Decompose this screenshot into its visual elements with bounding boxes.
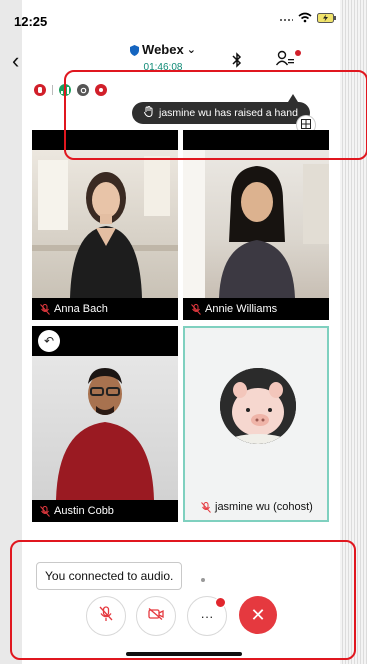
participants-notification-dot bbox=[295, 50, 301, 56]
mic-muted-icon bbox=[191, 303, 201, 315]
participant-tile-austin[interactable]: Austin Cobb bbox=[32, 326, 178, 522]
participant-name-bar: Austin Cobb bbox=[32, 500, 178, 522]
wifi-icon bbox=[298, 12, 312, 23]
signal-icon bbox=[279, 14, 293, 22]
participant-name-bar: jasmine wu (cohost) bbox=[185, 496, 327, 518]
participant-name: Anna Bach bbox=[54, 303, 108, 315]
highlight-box-bottom bbox=[10, 540, 356, 660]
status-time: 12:25 bbox=[14, 14, 48, 29]
participant-name: jasmine wu (cohost) bbox=[215, 501, 313, 513]
return-icon[interactable]: ↶ bbox=[38, 330, 60, 352]
indicator-separator bbox=[52, 85, 53, 95]
mic-muted-icon bbox=[40, 303, 50, 315]
video-feed bbox=[32, 150, 178, 298]
webex-shield-icon bbox=[130, 44, 140, 56]
app-title: Webex bbox=[142, 42, 184, 57]
participant-name-bar: Anna Bach bbox=[32, 298, 178, 320]
meeting-title[interactable]: Webex ⌄ 01:46:08 bbox=[118, 42, 208, 73]
chevron-down-icon: ⌄ bbox=[186, 44, 196, 56]
participant-tile-jasmine[interactable]: jasmine wu (cohost) bbox=[183, 326, 329, 522]
mic-muted-icon bbox=[40, 505, 50, 517]
video-feed bbox=[32, 356, 178, 500]
highlight-box-top bbox=[64, 70, 367, 160]
participants-icon[interactable] bbox=[275, 50, 294, 71]
back-button[interactable]: ‹ bbox=[12, 50, 19, 72]
mic-muted-icon bbox=[201, 501, 211, 513]
participant-name: Annie Williams bbox=[205, 303, 278, 315]
avatar bbox=[220, 368, 296, 444]
battery-icon bbox=[317, 12, 337, 23]
participant-name-bar: Annie Williams bbox=[183, 298, 329, 320]
video-feed bbox=[183, 150, 329, 298]
participant-name: Austin Cobb bbox=[54, 505, 114, 517]
status-icons bbox=[279, 12, 337, 23]
raise-hand-indicator-icon bbox=[34, 84, 46, 96]
